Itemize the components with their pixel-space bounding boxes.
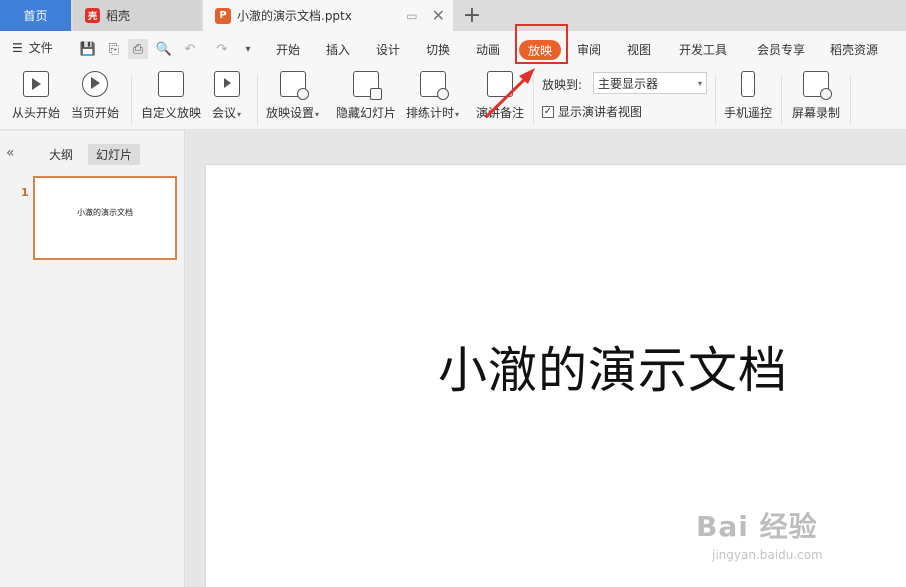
slide-title[interactable]: 小澈的演示文档 [438,331,788,402]
speaker-notes-button[interactable]: 演讲备注 [476,71,524,121]
custom-show-label: 自定义放映 [141,106,202,120]
custom-show-button[interactable]: 自定义放映 [141,71,201,121]
rehearse-timing-label: 排练计时▾ [406,106,460,120]
phone-remote-button[interactable]: 手机遥控 [724,71,772,121]
phone-remote-label: 手机遥控 [724,106,773,120]
menu-insert[interactable]: 插入 [326,41,350,58]
menu-view[interactable]: 视图 [627,41,651,58]
print-icon[interactable]: ⎙ [128,39,148,59]
show-settings-label: 放映设置▾ [266,106,320,120]
chevron-down-icon: ▾ [697,78,702,88]
tab-slides[interactable]: 幻灯片 [88,144,141,165]
menu-start[interactable]: 开始 [276,41,300,58]
show-settings-button[interactable]: 放映设置▾ [266,71,319,121]
from-start-button[interactable]: 从头开始 [12,71,60,121]
meeting-button[interactable]: 会议▾ [212,71,241,121]
tab-home[interactable]: 首页 [0,0,71,31]
timer-icon [419,71,449,100]
menu-animation[interactable]: 动画 [476,41,500,58]
collapse-panel-icon[interactable]: « [6,145,15,161]
daoke-logo-icon: 壳 [85,8,100,23]
phone-icon [741,71,755,97]
meeting-label: 会议▾ [212,106,242,120]
speaker-notes-label: 演讲备注 [476,106,525,120]
baidu-watermark: Bai 经验 [696,510,818,543]
hide-slide-button[interactable]: 隐藏幻灯片 [336,71,396,121]
save-icon[interactable]: 💾 [78,39,98,59]
presenter-view-checkbox[interactable]: ✓ 显示演讲者视图 [542,103,642,120]
new-tab-button[interactable]: + [460,3,484,28]
file-menu[interactable]: ☰ 文件 [12,39,53,56]
from-start-label: 从头开始 [12,106,61,120]
hide-slide-icon [353,71,382,100]
screen-record-button[interactable]: 屏幕录制 [792,71,840,121]
undo-icon[interactable]: ↶ [180,39,200,59]
tab-daoke[interactable]: 壳 稻壳 [73,0,201,31]
slide-thumbnail[interactable]: 小澈的演示文档 [33,176,177,260]
thumbnail-title: 小澈的演示文档 [77,207,133,217]
tab-outline[interactable]: 大纲 [41,144,81,165]
watermark-url: jingyan.baidu.com [712,548,823,562]
pptx-file-icon: P [215,7,231,24]
ribbon: 从头开始 当页开始 自定义放映 会议▾ 放映设置▾ 隐藏幻灯片 排练计时▾ 演讲… [0,67,906,130]
menu-daoke-resources[interactable]: 稻壳资源 [830,41,878,58]
screen-record-label: 屏幕录制 [792,106,841,120]
screen-record-icon [803,71,832,100]
preview-icon[interactable]: 🔍 [154,39,174,59]
custom-show-icon [158,71,184,97]
redo-icon[interactable]: ↷ [212,39,232,59]
checkmark-icon: ✓ [542,105,554,118]
project-to-label: 放映到: [542,78,583,92]
slide-panel: « 大纲 幻灯片 1 小澈的演示文档 [0,131,185,587]
export-icon[interactable]: ⎘ [104,39,124,59]
menu-review[interactable]: 审阅 [577,41,601,58]
window-mode-icon[interactable]: ▭ [406,9,417,23]
menu-transition[interactable]: 切换 [426,41,450,58]
tab-document-label: 小澈的演示文档.pptx [237,9,352,23]
highlight-box [515,24,568,64]
slide-number: 1 [21,186,29,199]
menu-developer[interactable]: 开发工具 [679,41,727,58]
monitor-select-value: 主要显示器 [598,76,659,91]
settings-monitor-icon [279,71,309,100]
monitor-select[interactable]: 主要显示器 ▾ [593,72,707,94]
from-current-button[interactable]: 当页开始 [71,71,119,121]
rehearse-timing-button[interactable]: 排练计时▾ [406,71,459,121]
menu-design[interactable]: 设计 [376,41,400,58]
tab-document[interactable]: P 小澈的演示文档.pptx ▭ ✕ [203,0,453,31]
speaker-notes-icon [487,71,513,97]
menu-bar: ☰ 文件 💾 ⎘ ⎙ 🔍 ↶ ↷ ▾ 开始 插入 设计 切换 动画 放映 审阅 … [0,31,906,67]
customize-toolbar-icon[interactable]: ▾ [238,39,258,59]
menu-member[interactable]: 会员专享 [757,41,805,58]
meeting-icon [213,71,240,97]
presenter-view-label: 显示演讲者视图 [558,105,643,119]
close-tab-icon[interactable]: ✕ [432,6,445,25]
tab-daoke-label: 稻壳 [106,9,131,23]
file-menu-label: 文件 [28,41,53,55]
tab-bar: 首页 壳 稻壳 P 小澈的演示文档.pptx ▭ ✕ + [0,0,906,31]
play-current-icon [82,71,108,97]
hamburger-icon: ☰ [12,40,23,55]
play-from-start-icon [23,71,49,97]
hide-slide-label: 隐藏幻灯片 [336,106,397,120]
from-current-label: 当页开始 [71,106,120,120]
